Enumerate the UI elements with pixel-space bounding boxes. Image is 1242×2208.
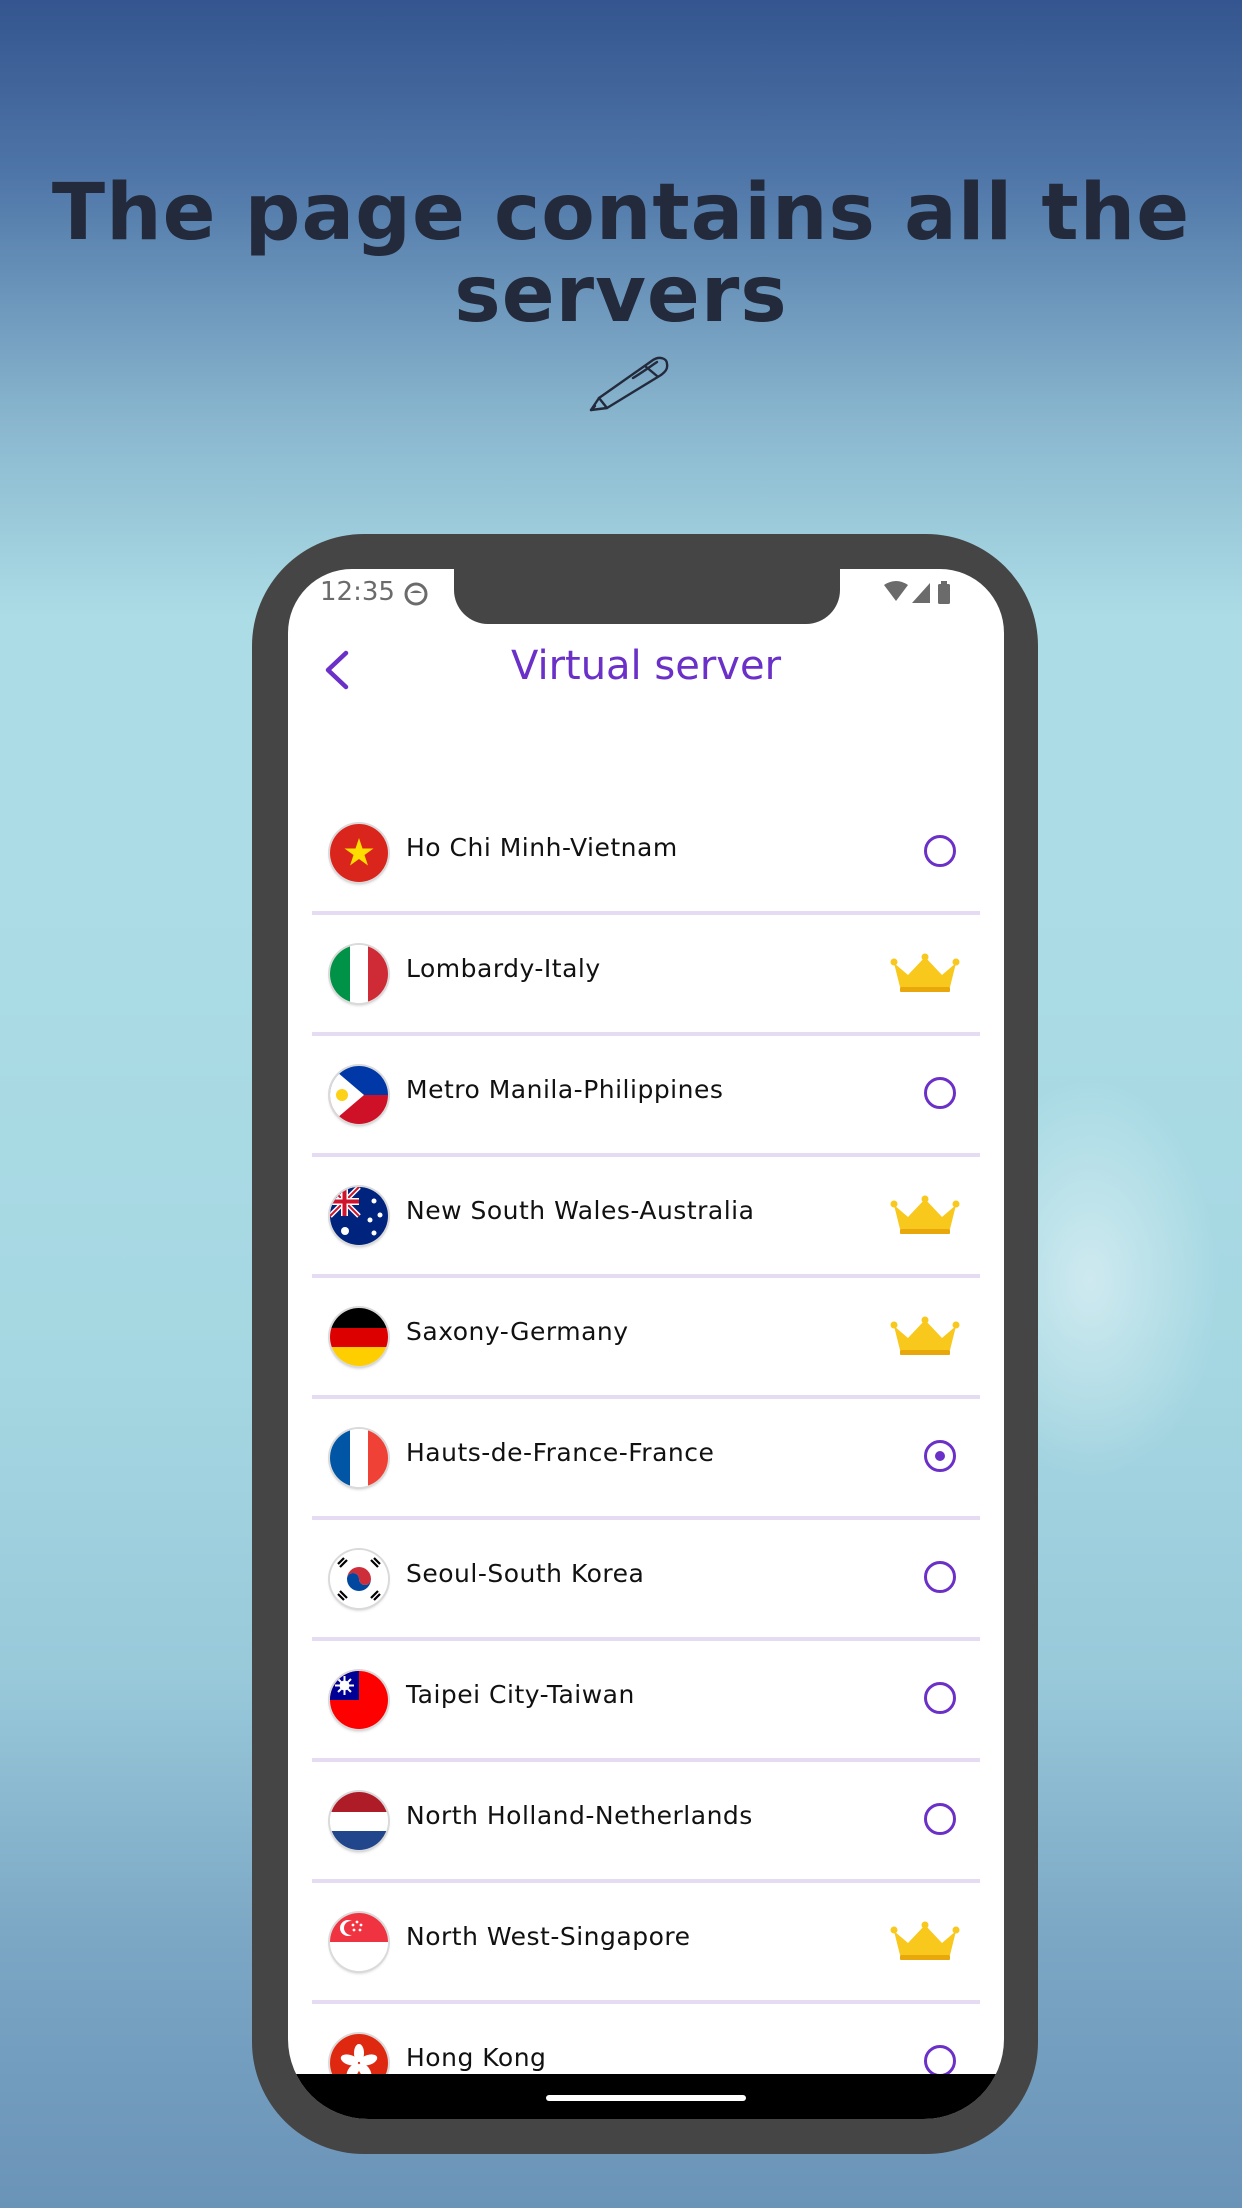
server-name: Metro Manila-Philippines bbox=[406, 1075, 724, 1104]
radio-button[interactable] bbox=[924, 1803, 956, 1835]
server-row-south-korea[interactable]: Seoul-South Korea bbox=[312, 1520, 980, 1641]
signal-battery-icon bbox=[884, 581, 950, 604]
radio-button-selected[interactable] bbox=[924, 1440, 956, 1472]
server-name: Saxony-Germany bbox=[406, 1317, 629, 1346]
page-title: Virtual server bbox=[510, 643, 782, 689]
germany-flag-icon bbox=[330, 1308, 388, 1366]
server-name: Hauts-de-France-France bbox=[406, 1438, 715, 1467]
south-korea-flag-icon bbox=[330, 1550, 388, 1608]
server-name: North West-Singapore bbox=[406, 1922, 691, 1951]
phone-screen: 12:35 Virtual server Ho Chi Minh-Vietnam bbox=[288, 569, 1004, 2119]
australia-flag-icon bbox=[330, 1187, 388, 1245]
radio-button[interactable] bbox=[924, 1077, 956, 1109]
philippines-flag-icon bbox=[330, 1066, 388, 1124]
server-name: New South Wales-Australia bbox=[406, 1196, 755, 1225]
vietnam-flag-icon bbox=[330, 824, 388, 882]
server-row-australia[interactable]: New South Wales-Australia bbox=[312, 1157, 980, 1278]
navigation-bar bbox=[288, 2074, 1004, 2119]
radio-button[interactable] bbox=[924, 2045, 956, 2077]
server-row-taiwan[interactable]: Taipei City-Taiwan bbox=[312, 1641, 980, 1762]
server-row-italy[interactable]: Lombardy-Italy bbox=[312, 915, 980, 1036]
status-time: 12:35 bbox=[320, 577, 395, 607]
server-row-france[interactable]: Hauts-de-France-France bbox=[312, 1399, 980, 1520]
crown-icon bbox=[890, 1316, 960, 1355]
crown-icon bbox=[890, 1921, 960, 1960]
server-name: Lombardy-Italy bbox=[406, 954, 601, 983]
page-headline: The page contains all the servers bbox=[51, 168, 1191, 340]
server-row-netherlands[interactable]: North Holland-Netherlands bbox=[312, 1762, 980, 1883]
taiwan-flag-icon bbox=[330, 1671, 388, 1729]
notification-icon bbox=[404, 582, 428, 606]
server-row-vietnam[interactable]: Ho Chi Minh-Vietnam bbox=[312, 794, 980, 915]
netherlands-flag-icon bbox=[330, 1792, 388, 1850]
singapore-flag-icon bbox=[330, 1913, 388, 1971]
radio-button[interactable] bbox=[924, 835, 956, 867]
crown-icon bbox=[890, 1195, 960, 1234]
server-name: Hong Kong bbox=[406, 2043, 547, 2072]
server-list: Ho Chi Minh-Vietnam Lombardy-Italy Metro… bbox=[312, 794, 980, 2119]
server-name: Taipei City-Taiwan bbox=[406, 1680, 635, 1709]
server-name: Ho Chi Minh-Vietnam bbox=[406, 833, 678, 862]
france-flag-icon bbox=[330, 1429, 388, 1487]
crown-icon bbox=[890, 953, 960, 992]
camera-notch bbox=[454, 569, 840, 624]
server-row-philippines[interactable]: Metro Manila-Philippines bbox=[312, 1036, 980, 1157]
radio-button[interactable] bbox=[924, 1561, 956, 1593]
server-name: North Holland-Netherlands bbox=[406, 1801, 753, 1830]
server-row-singapore[interactable]: North West-Singapore bbox=[312, 1883, 980, 2004]
home-indicator[interactable] bbox=[546, 2095, 746, 2101]
pen-icon bbox=[589, 356, 669, 412]
server-row-germany[interactable]: Saxony-Germany bbox=[312, 1278, 980, 1399]
server-name: Seoul-South Korea bbox=[406, 1559, 645, 1588]
italy-flag-icon bbox=[330, 945, 388, 1003]
radio-button[interactable] bbox=[924, 1682, 956, 1714]
